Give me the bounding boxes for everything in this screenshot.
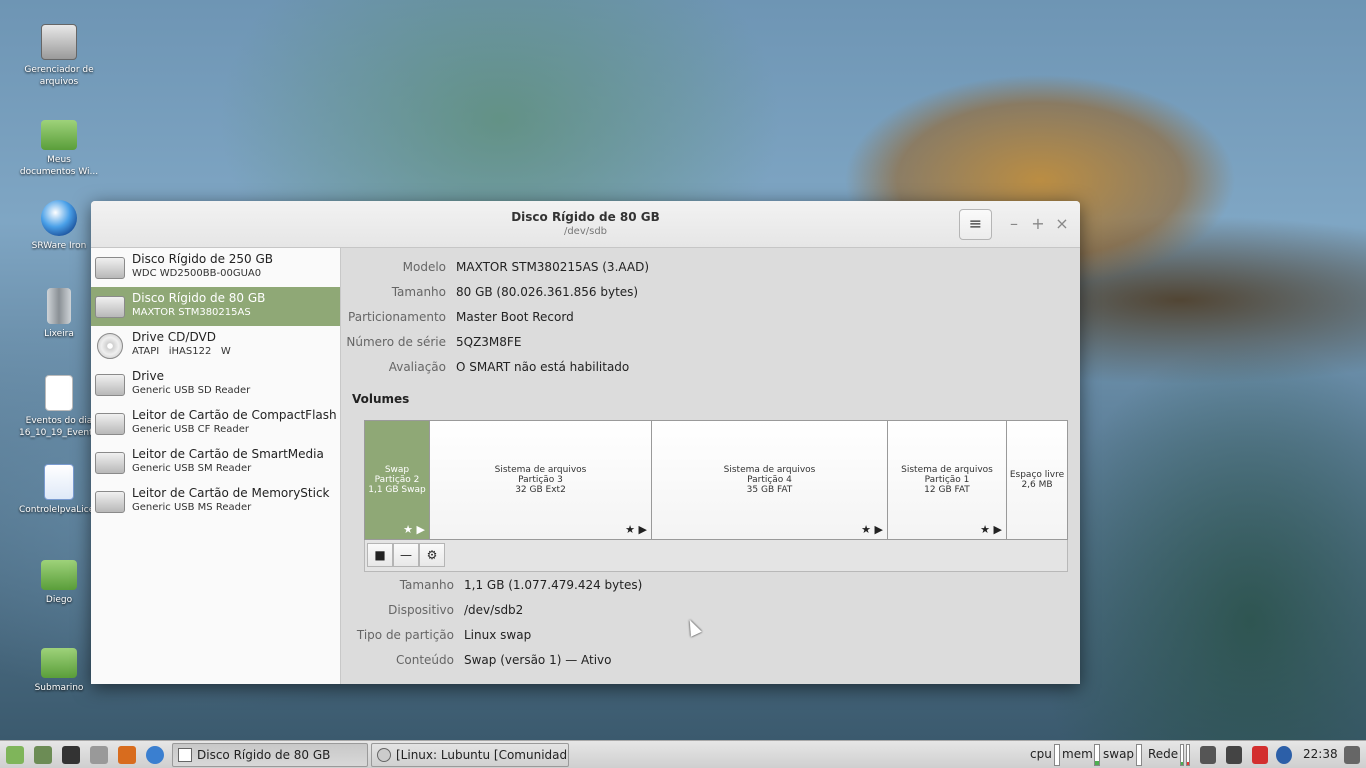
- mem-label: mem: [1062, 747, 1093, 761]
- volume-partition-1[interactable]: Sistema de arquivos Partição 1 12 GB FAT…: [888, 421, 1007, 539]
- network-rx-meter[interactable]: [1180, 744, 1184, 766]
- device-item-hdd-250[interactable]: Disco Rígido de 250 GB WDC WD2500BB-00GU…: [91, 248, 340, 287]
- desktop-icon-eventos[interactable]: Eventos do dia 16_10_19_Event...: [19, 375, 101, 439]
- desktop-icon-file-manager[interactable]: Gerenciador de arquivos: [19, 24, 99, 88]
- desktop-icon-trash[interactable]: Lixeira: [19, 288, 99, 340]
- antivirus-icon[interactable]: [1252, 746, 1268, 764]
- clock[interactable]: 22:38: [1303, 747, 1338, 761]
- start-menu-icon[interactable]: [6, 746, 24, 764]
- desktop-icon-controle-ipva[interactable]: ControleIpvaLicenca2020.odt: [19, 464, 151, 516]
- network-label: Rede: [1148, 747, 1179, 761]
- firefox-icon[interactable]: [118, 746, 136, 764]
- window-icon: [178, 748, 192, 762]
- browser-icon: [41, 200, 77, 236]
- maximize-button[interactable]: +: [1029, 214, 1047, 233]
- document-icon: [44, 464, 74, 500]
- cpu-meter[interactable]: [1054, 744, 1060, 766]
- file-manager-icon[interactable]: [90, 746, 108, 764]
- taskbar: Disco Rígido de 80 GB [Linux: Lubuntu [C…: [0, 740, 1366, 768]
- card-reader-icon: [95, 452, 125, 474]
- device-item-hdd-80[interactable]: Disco Rígido de 80 GB MAXTOR STM380215AS: [91, 287, 340, 326]
- window-title: Disco Rígido de 80 GB: [511, 210, 660, 224]
- smart-status-link[interactable]: O SMART não está habilitado: [456, 360, 629, 374]
- network-tx-meter[interactable]: [1186, 744, 1190, 766]
- logout-icon[interactable]: [1344, 746, 1360, 764]
- close-button[interactable]: ×: [1053, 214, 1071, 233]
- folder-icon: [41, 648, 77, 678]
- folder-icon: [41, 120, 77, 150]
- stop-icon: ■: [374, 548, 386, 562]
- gear-icon: ⚙: [426, 548, 438, 562]
- volume-flags: ★ ▶: [980, 523, 1002, 536]
- volume-partition-3[interactable]: Sistema de arquivos Partição 3 32 GB Ext…: [430, 421, 652, 539]
- desktop-icon-diego[interactable]: Diego: [19, 556, 99, 606]
- eyedropper-icon[interactable]: [1200, 746, 1216, 764]
- device-item-sd-reader[interactable]: Drive Generic USB SD Reader: [91, 365, 340, 404]
- file-manager-icon: [41, 24, 77, 60]
- swap-meter[interactable]: [1136, 744, 1142, 766]
- volume-flags: ★ ▶: [861, 523, 883, 536]
- device-item-cd-dvd[interactable]: Drive CD/DVD ATAPI iHAS122 W: [91, 326, 340, 365]
- hdd-icon: [95, 296, 125, 318]
- desktop-icon-srware-iron[interactable]: SRWare Iron: [19, 200, 99, 252]
- show-desktop-icon[interactable]: [34, 746, 52, 764]
- optical-drive-icon: [97, 333, 123, 359]
- minus-icon: —: [400, 548, 412, 562]
- card-reader-icon: [95, 491, 125, 513]
- device-list: Disco Rígido de 250 GB WDC WD2500BB-00GU…: [91, 248, 341, 684]
- browser-icon[interactable]: [146, 746, 164, 764]
- device-item-ms-reader[interactable]: Leitor de Cartão de MemoryStick Generic …: [91, 482, 340, 521]
- disk-details-panel: Modelo MAXTOR STM380215AS (3.AAD) Tamanh…: [342, 248, 1080, 684]
- browser-icon: [377, 748, 391, 762]
- minimize-button[interactable]: –: [1005, 214, 1023, 233]
- card-reader-icon: [95, 413, 125, 435]
- mem-meter[interactable]: [1094, 744, 1100, 766]
- swap-label: swap: [1103, 747, 1135, 761]
- volumes-heading: Volumes: [352, 392, 410, 406]
- disks-window: Disco Rígido de 80 GB /dev/sdb ≡ – + × D…: [91, 201, 1080, 684]
- stop-volume-button[interactable]: ■: [367, 543, 393, 567]
- volume-flags: ★ ▶: [403, 523, 425, 536]
- hdd-icon: [95, 257, 125, 279]
- desktop-icon-documents[interactable]: Meus documentos Wi...: [19, 116, 99, 178]
- spreadsheet-icon: [45, 375, 73, 411]
- volumes-graphic: Swap Partição 2 1,1 GB Swap ★ ▶ Sistema …: [364, 420, 1068, 540]
- delete-partition-button[interactable]: —: [393, 543, 419, 567]
- window-subtitle: /dev/sdb: [563, 226, 608, 237]
- folder-icon: [41, 560, 77, 590]
- device-item-sm-reader[interactable]: Leitor de Cartão de SmartMedia Generic U…: [91, 443, 340, 482]
- partition-options-button[interactable]: ⚙: [419, 543, 445, 567]
- task-lubuntu-community[interactable]: [Linux: Lubuntu [Comunidad...: [371, 743, 569, 767]
- cpu-label: cpu: [1030, 747, 1052, 761]
- volume-flags: ★ ▶: [625, 523, 647, 536]
- terminal-icon[interactable]: [62, 746, 80, 764]
- volume-icon[interactable]: [1226, 746, 1242, 764]
- desktop-icon-submarino[interactable]: Submarino: [19, 644, 99, 694]
- trash-icon: [47, 288, 71, 324]
- volume-free-space[interactable]: Espaço livre 2,6 MB: [1007, 421, 1067, 539]
- task-disks[interactable]: Disco Rígido de 80 GB: [172, 743, 368, 767]
- menu-icon: ≡: [968, 214, 983, 233]
- volume-partition-4[interactable]: Sistema de arquivos Partição 4 35 GB FAT…: [652, 421, 888, 539]
- hamburger-menu-button[interactable]: ≡: [959, 209, 992, 240]
- device-item-cf-reader[interactable]: Leitor de Cartão de CompactFlash Generic…: [91, 404, 340, 443]
- volume-partition-2[interactable]: Swap Partição 2 1,1 GB Swap ★ ▶: [365, 421, 430, 539]
- shield-icon[interactable]: [1276, 746, 1292, 764]
- volume-toolbar: ■ — ⚙: [364, 540, 1068, 572]
- window-titlebar[interactable]: Disco Rígido de 80 GB /dev/sdb ≡ – + ×: [91, 201, 1080, 248]
- usb-drive-icon: [95, 374, 125, 396]
